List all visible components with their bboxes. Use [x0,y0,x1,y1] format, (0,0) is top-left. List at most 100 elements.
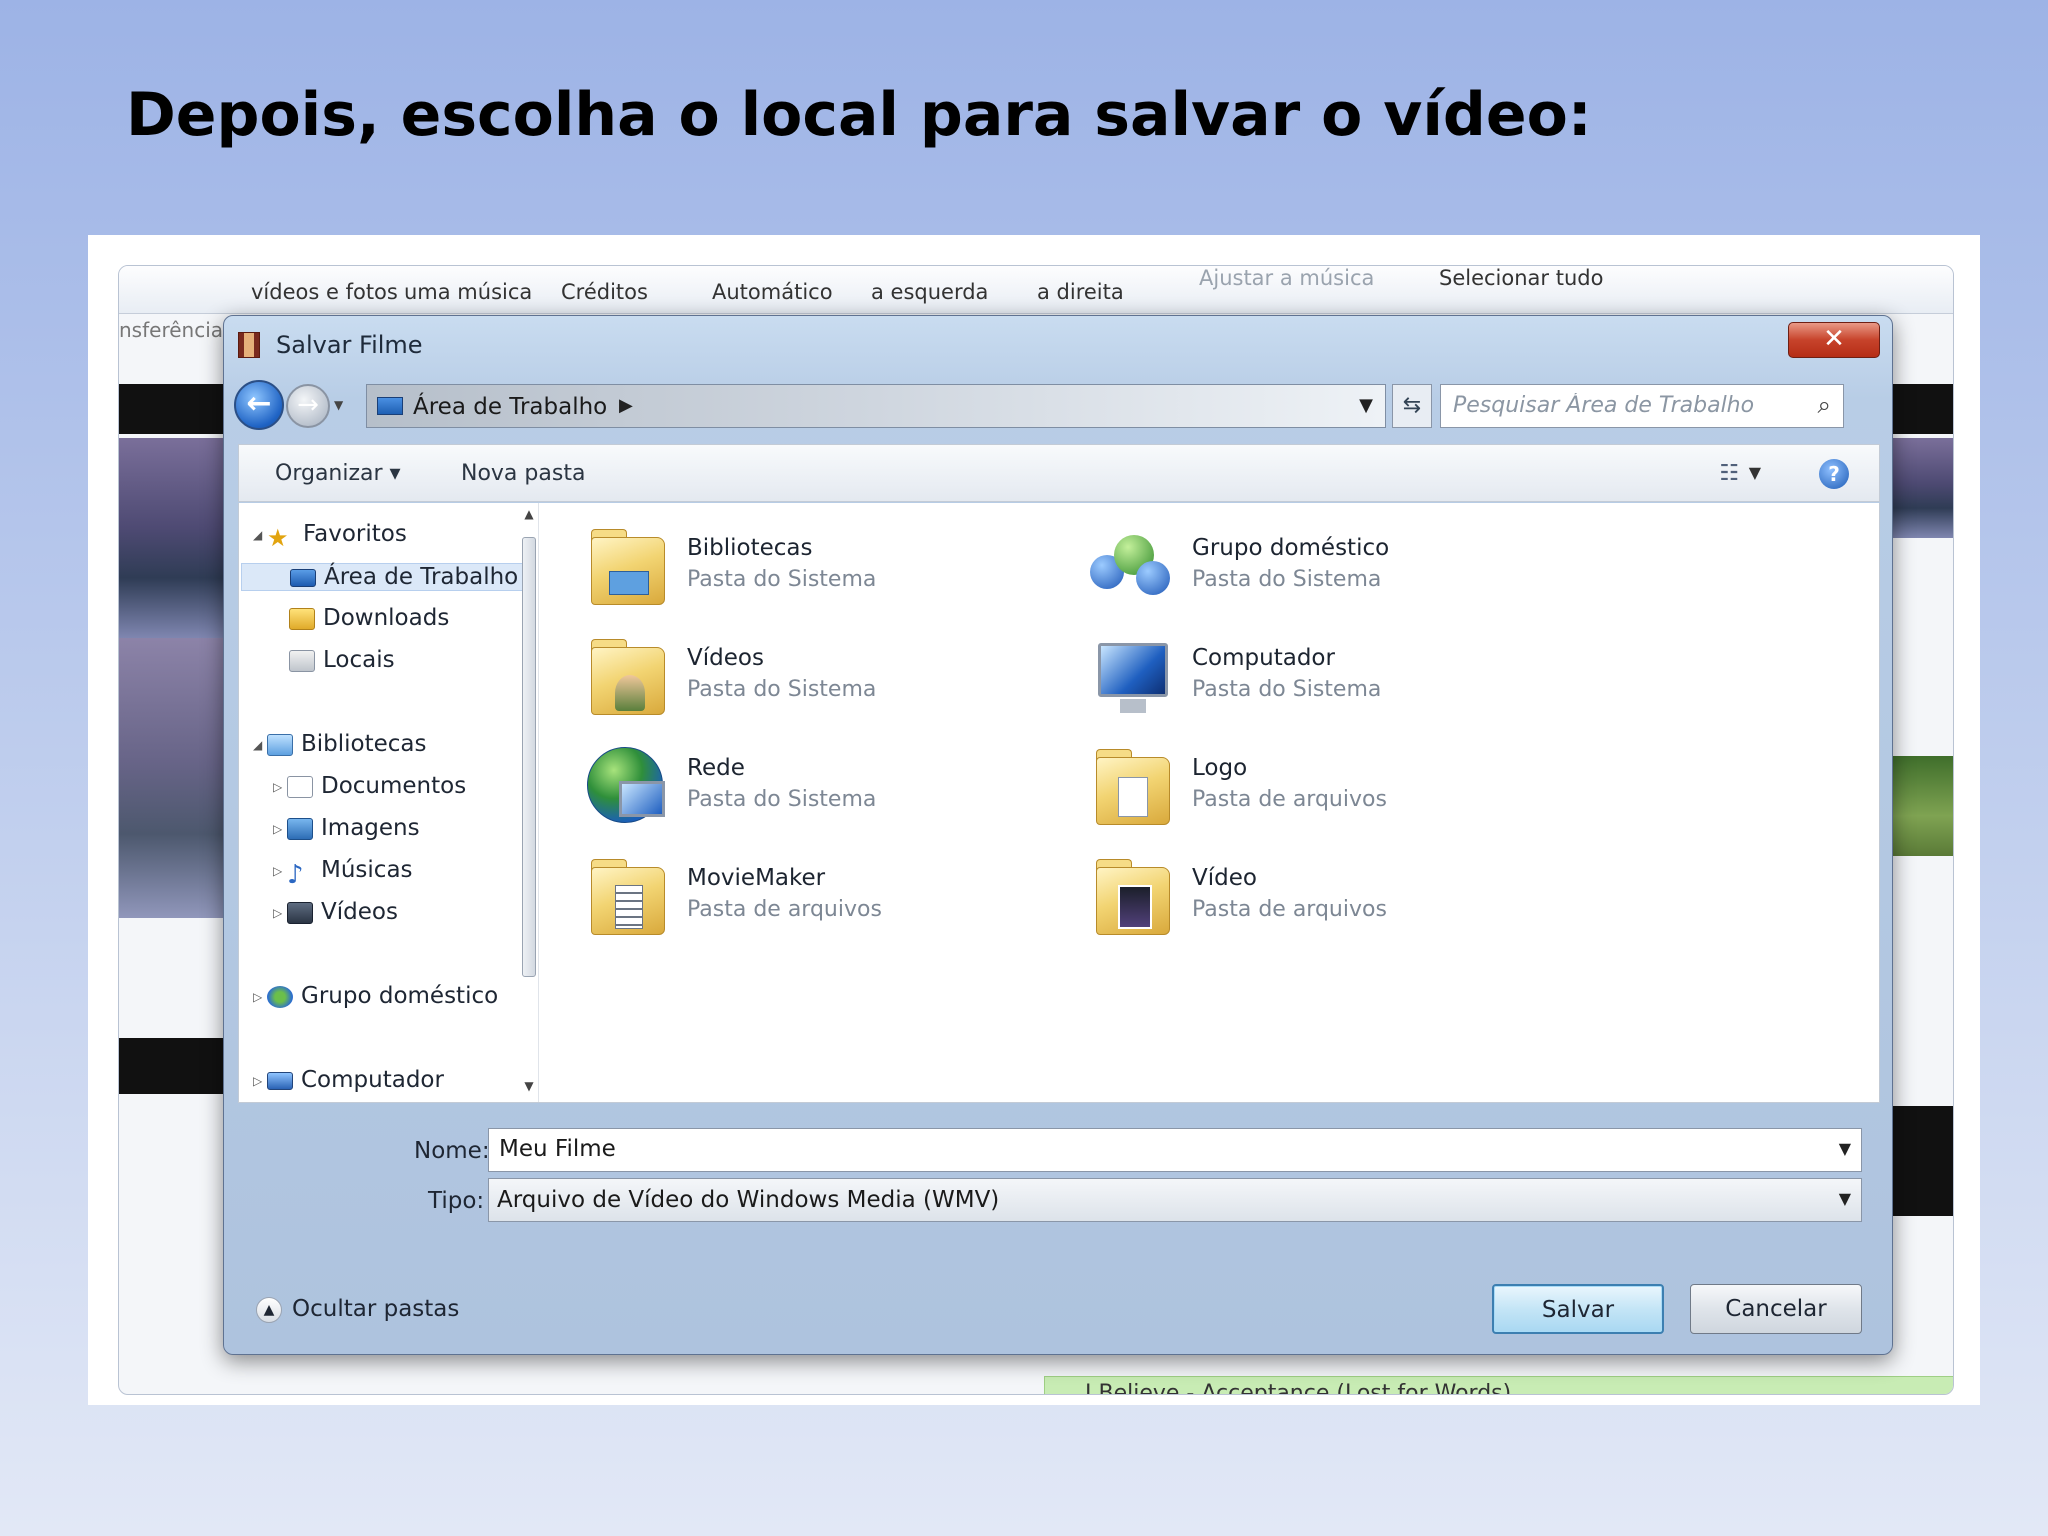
new-folder-button[interactable]: Nova pasta [461,461,585,486]
expand-arrow-icon[interactable]: ▷ [253,1074,267,1088]
fit-music-button[interactable]: Ajustar a música [1199,266,1374,290]
homegroup-icon [267,985,293,1008]
places-icon [289,649,315,672]
tree-item-documents[interactable]: ▷ Documentos [273,773,466,799]
save-button[interactable]: Salvar [1492,1284,1664,1334]
rotate-left-button[interactable]: a esquerda [871,280,988,304]
expand-arrow-icon[interactable]: ▷ [273,780,287,794]
screenshot-frame: vídeos e fotos uma música Créditos Autom… [88,235,1980,1405]
tree-item-music[interactable]: ▷ ♪ Músicas [273,857,413,890]
navigation-bar: ← → ▼ Área de Trabalho ▶ ▼ ⇆ ⌕ [234,378,1884,432]
filmstrip-left [119,1038,229,1094]
tree-item-desktop[interactable]: Área de Trabalho [241,563,523,591]
forward-arrow-icon[interactable]: → [286,384,330,428]
close-button[interactable]: ✕ [1788,322,1880,358]
tree-item-homegroup[interactable]: ▷ Grupo doméstico [253,983,498,1009]
back-arrow-icon[interactable]: ← [234,380,284,430]
file-type-select[interactable]: Arquivo de Vídeo do Windows Media (WMV) … [488,1178,1862,1222]
help-icon[interactable]: ? [1819,459,1849,489]
tree-item-computer[interactable]: ▷ Computador [253,1067,444,1093]
dialog-titlebar[interactable]: Salvar Filme ✕ [224,316,1892,370]
item-type: Pasta do Sistema [687,567,877,592]
music-track-caption[interactable]: I Believe - Acceptance (Lost for Words) [1044,1376,1953,1394]
item-type: Pasta do Sistema [687,677,877,702]
tree-item-videos[interactable]: ▷ Vídeos [273,899,398,925]
folder-icon [1084,741,1176,833]
dialog-title: Salvar Filme [276,331,423,359]
nav-pane-scrollbar[interactable]: ▲ ▼ [521,507,537,1099]
search-input[interactable] [1441,385,1781,425]
file-item-libraries[interactable]: Bibliotecas Pasta do Sistema [579,521,1079,621]
libraries-icon [579,521,671,613]
views-icon[interactable]: ☷ [1719,461,1739,486]
slide-title: Depois, escolha o local para salvar o ví… [126,80,1592,150]
expand-arrow-icon[interactable]: ▷ [273,864,287,878]
breadcrumb-arrow-icon[interactable]: ▶ [619,395,633,416]
computer-icon [267,1071,293,1090]
name-label: Nome: [414,1138,490,1164]
downloads-folder-icon [289,607,315,630]
chevron-down-icon[interactable]: ▼ [1359,395,1373,416]
organize-button[interactable]: Organizar ▾ [275,461,401,486]
tree-item-label: Locais [323,647,395,673]
tree-item-label: Vídeos [321,899,398,925]
tree-item-downloads[interactable]: Downloads [289,605,449,631]
hide-folders-button[interactable]: ▲ Ocultar pastas [256,1296,459,1323]
address-bar[interactable]: Área de Trabalho ▶ ▼ [366,384,1386,428]
tree-item-label: Computador [301,1067,444,1093]
expand-arrow-icon[interactable]: ▷ [253,990,267,1004]
search-box[interactable]: ⌕ [1440,384,1844,428]
file-item-video[interactable]: Vídeo Pasta de arquivos [1084,851,1584,951]
file-item-computer[interactable]: Computador Pasta do Sistema [1084,631,1584,731]
item-name: Rede [687,755,745,781]
file-item-homegroup[interactable]: Grupo doméstico Pasta do Sistema [1084,521,1584,621]
expand-arrow-icon[interactable]: ◢ [253,528,267,542]
chevron-down-icon[interactable]: ▼ [1749,463,1761,482]
file-name-input[interactable] [489,1129,1809,1169]
chevron-down-icon[interactable]: ▼ [1839,1139,1851,1158]
select-all-button[interactable]: Selecionar tudo [1439,266,1603,290]
save-movie-dialog: Salvar Filme ✕ ← → ▼ Área de Trabalho ▶ … [223,315,1893,1355]
item-name: Computador [1192,645,1335,671]
file-item-network[interactable]: Rede Pasta do Sistema [579,741,1079,841]
chevron-down-icon[interactable]: ▼ [1839,1189,1851,1208]
file-item-moviemaker[interactable]: MovieMaker Pasta de arquivos [579,851,1079,951]
item-type: Pasta do Sistema [1192,567,1382,592]
expand-arrow-icon[interactable]: ▷ [273,822,287,836]
video-thumbnail [119,438,229,638]
tree-item-images[interactable]: ▷ Imagens [273,815,420,841]
scroll-down-icon[interactable]: ▼ [521,1079,537,1093]
add-music-button[interactable]: uma música [404,280,532,304]
recent-pages-dropdown-icon[interactable]: ▼ [334,398,343,412]
videos-folder-icon [579,631,671,723]
item-type: Pasta do Sistema [1192,677,1382,702]
expand-arrow-icon[interactable]: ◢ [253,738,267,752]
address-path[interactable]: Área de Trabalho [413,394,607,420]
hide-folders-label: Ocultar pastas [292,1296,460,1322]
libraries-icon [267,733,293,756]
file-item-logo[interactable]: Logo Pasta de arquivos [1084,741,1584,841]
scroll-up-icon[interactable]: ▲ [521,507,537,521]
add-videos-button[interactable]: vídeos e fotos [251,280,398,304]
tree-item-label: Documentos [321,773,467,799]
file-name-field[interactable]: ▼ [488,1128,1862,1172]
homegroup-icon [1084,521,1176,613]
tree-item-places[interactable]: Locais [289,647,395,673]
network-icon [579,741,671,833]
search-icon[interactable]: ⌕ [1818,391,1831,419]
tree-item-favorites[interactable]: ◢ ★ Favoritos [253,521,407,552]
item-type: Pasta de arquivos [687,897,882,922]
auto-movie-button[interactable]: Automático [712,280,833,304]
credits-button[interactable]: Créditos [561,280,648,304]
scrollbar-thumb[interactable] [522,537,536,977]
images-icon [287,817,313,840]
rotate-right-button[interactable]: a direita [1037,280,1124,304]
expand-arrow-icon[interactable]: ▷ [273,906,287,920]
cancel-button[interactable]: Cancelar [1690,1284,1862,1334]
tree-item-libraries[interactable]: ◢ Bibliotecas [253,731,427,757]
desktop-icon [377,397,403,415]
refresh-icon[interactable]: ⇆ [1392,384,1432,428]
transfer-label: nsferência [119,318,224,342]
file-item-videos[interactable]: Vídeos Pasta do Sistema [579,631,1079,731]
tree-item-label: Downloads [323,605,450,631]
